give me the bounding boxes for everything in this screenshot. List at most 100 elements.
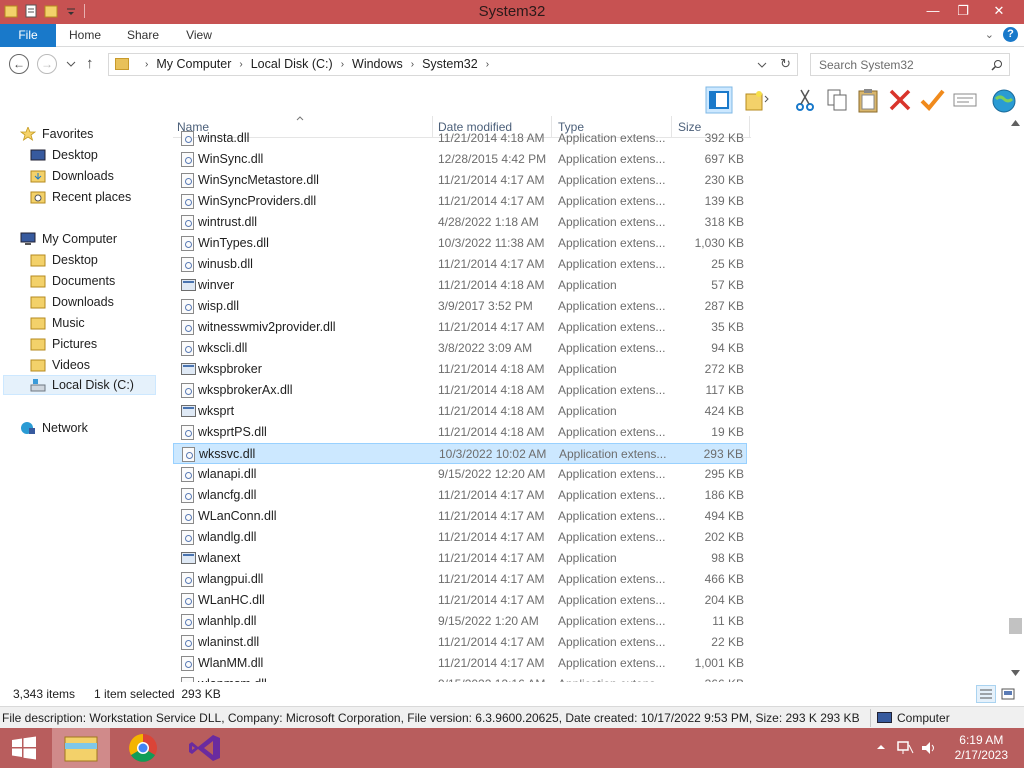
chevron-right-icon[interactable]: › bbox=[486, 59, 489, 70]
close-button[interactable]: ✕ bbox=[982, 0, 1016, 22]
large-icons-view-icon[interactable] bbox=[1000, 686, 1016, 702]
new-folder-icon[interactable] bbox=[743, 86, 771, 114]
file-row[interactable]: wlanext 11/21/2014 4:17 AM Application 98 K… bbox=[173, 548, 747, 569]
search-icon[interactable] bbox=[991, 59, 1003, 71]
file-row[interactable]: winver 11/21/2014 4:18 AM Application 57 KB bbox=[173, 275, 747, 296]
file-date-modified: 11/21/2014 4:17 AM bbox=[438, 488, 545, 502]
file-size: 35 KB bbox=[711, 320, 744, 334]
nav-favorites[interactable]: Favorites bbox=[20, 124, 93, 144]
back-button[interactable]: ← bbox=[9, 54, 29, 74]
file-row[interactable]: WinTypes.dll 10/3/2022 11:38 AM Applicatio… bbox=[173, 233, 747, 254]
paste-icon[interactable] bbox=[854, 86, 882, 114]
file-row[interactable]: wkspbrokerAx.dll 11/21/2014 4:18 AM Applic… bbox=[173, 380, 747, 401]
nav-my-computer[interactable]: My Computer bbox=[20, 229, 117, 249]
tab-home[interactable]: Home bbox=[60, 24, 110, 47]
network-tray-icon[interactable] bbox=[896, 740, 914, 756]
scroll-down-arrow-icon[interactable] bbox=[1011, 670, 1020, 676]
restore-button[interactable]: ❐ bbox=[946, 0, 980, 22]
file-row[interactable]: wkscli.dll 3/8/2022 3:09 AM Application ex… bbox=[173, 338, 747, 359]
file-row[interactable]: wlancfg.dll 11/21/2014 4:17 AM Application… bbox=[173, 485, 747, 506]
minimize-button[interactable]: — bbox=[916, 0, 950, 22]
file-row[interactable]: winusb.dll 11/21/2014 4:17 AM Application … bbox=[173, 254, 747, 275]
tab-share[interactable]: Share bbox=[118, 24, 168, 47]
tab-view[interactable]: View bbox=[174, 24, 224, 47]
file-row[interactable]: WLanHC.dll 11/21/2014 4:17 AM Application … bbox=[173, 590, 747, 611]
refresh-button[interactable]: ↻ bbox=[780, 56, 791, 72]
file-row[interactable]: WlanMM.dll 11/21/2014 4:17 AM Application … bbox=[173, 653, 747, 674]
file-row[interactable]: wintrust.dll 4/28/2022 1:18 AM Application… bbox=[173, 212, 747, 233]
vertical-scrollbar[interactable] bbox=[1007, 116, 1024, 682]
nav-favorites-downloads[interactable]: Downloads bbox=[30, 166, 114, 186]
breadcrumb-system32[interactable]: System32 bbox=[422, 57, 478, 71]
show-hidden-icons-icon[interactable] bbox=[876, 742, 886, 752]
properties-icon[interactable] bbox=[951, 86, 979, 114]
nav-network[interactable]: Network bbox=[20, 418, 88, 438]
file-size: 272 KB bbox=[704, 362, 744, 376]
file-name: wisp.dll bbox=[198, 299, 239, 313]
clock[interactable]: 6:19 AM 2/17/2023 bbox=[955, 733, 1008, 763]
nav-computer-downloads[interactable]: Downloads bbox=[30, 292, 114, 312]
file-row[interactable]: wlanapi.dll 9/15/2022 12:20 AM Application… bbox=[173, 464, 747, 485]
nav-recent-places[interactable]: Recent places bbox=[30, 187, 131, 207]
file-row[interactable]: WLanConn.dll 11/21/2014 4:17 AM Applicatio… bbox=[173, 506, 747, 527]
chevron-right-icon[interactable]: › bbox=[341, 59, 344, 70]
chevron-right-icon[interactable]: › bbox=[239, 59, 242, 70]
file-row[interactable]: wlanmsm.dll9/15/2022 12:16 AMApplication… bbox=[173, 674, 747, 682]
file-row[interactable]: wlanhlp.dll 9/15/2022 1:20 AM Application … bbox=[173, 611, 747, 632]
preview-pane-icon[interactable] bbox=[705, 86, 733, 114]
nav-computer-music[interactable]: Music bbox=[30, 313, 85, 333]
chrome-icon[interactable] bbox=[114, 728, 172, 768]
start-button-windows-icon[interactable] bbox=[0, 728, 48, 768]
file-row[interactable]: wksprtPS.dll 11/21/2014 4:18 AM Applicatio… bbox=[173, 422, 747, 443]
scroll-up-arrow-icon[interactable] bbox=[1011, 120, 1020, 126]
details-view-button[interactable] bbox=[976, 685, 996, 703]
file-row[interactable]: WinSyncProviders.dll 11/21/2014 4:17 AM Ap… bbox=[173, 191, 747, 212]
help-icon[interactable]: ? bbox=[1003, 27, 1018, 42]
file-row[interactable]: wlandlg.dll 11/21/2014 4:17 AM Application… bbox=[173, 527, 747, 548]
file-row[interactable]: witnesswmiv2provider.dll 11/21/2014 4:17 … bbox=[173, 317, 747, 338]
chevron-right-icon[interactable]: › bbox=[411, 59, 414, 70]
file-row[interactable]: wlangpui.dll 11/21/2014 4:17 AM Applicatio… bbox=[173, 569, 747, 590]
nav-favorites-desktop[interactable]: Desktop bbox=[30, 145, 98, 165]
breadcrumb-windows[interactable]: Windows bbox=[352, 57, 403, 71]
copy-icon[interactable] bbox=[823, 86, 851, 114]
address-bar[interactable]: › My Computer › Local Disk (C:) › Window… bbox=[108, 53, 798, 76]
file-row[interactable]: wkssvc.dll 10/3/2022 10:02 AM Application … bbox=[173, 443, 747, 464]
file-row[interactable]: WinSync.dll 12/28/2015 4:42 PM Application… bbox=[173, 149, 747, 170]
address-dropdown-icon[interactable] bbox=[757, 61, 767, 69]
tab-file[interactable]: File bbox=[0, 24, 56, 47]
volume-icon[interactable] bbox=[920, 740, 938, 756]
scrollbar-thumb[interactable] bbox=[1009, 618, 1022, 634]
forward-button[interactable]: → bbox=[37, 54, 57, 74]
file-row[interactable]: wkspbroker 11/21/2014 4:18 AM Application 2… bbox=[173, 359, 747, 380]
file-row[interactable]: wlaninst.dll 11/21/2014 4:17 AM Applicatio… bbox=[173, 632, 747, 653]
recent-locations-icon[interactable] bbox=[66, 60, 76, 68]
search-input[interactable]: Search System32 bbox=[810, 53, 1010, 76]
nav-computer-documents[interactable]: Documents bbox=[30, 271, 115, 291]
nav-computer-videos[interactable]: Videos bbox=[30, 355, 90, 375]
file-row[interactable]: WinSyncMetastore.dll 11/21/2014 4:17 AM Ap… bbox=[173, 170, 747, 191]
file-size: 392 KB bbox=[704, 131, 744, 145]
up-button[interactable]: ↑ bbox=[86, 55, 94, 72]
delete-icon[interactable] bbox=[886, 86, 914, 114]
file-row[interactable]: winsta.dll 11/21/2014 4:18 AM Application … bbox=[173, 128, 747, 149]
rename-check-icon[interactable] bbox=[918, 86, 946, 114]
chevron-right-icon[interactable]: › bbox=[145, 59, 148, 70]
visual-studio-icon[interactable] bbox=[176, 728, 234, 768]
file-explorer-icon[interactable] bbox=[52, 728, 110, 768]
breadcrumb-my-computer[interactable]: My Computer bbox=[156, 57, 231, 71]
nav-local-disk[interactable]: Local Disk (C:) bbox=[3, 375, 156, 395]
file-row[interactable]: wisp.dll 3/9/2017 3:52 PM Application exte… bbox=[173, 296, 747, 317]
expand-ribbon-icon[interactable]: ⌄ bbox=[985, 28, 994, 41]
nav-computer-pictures[interactable]: Pictures bbox=[30, 334, 97, 354]
file-date-modified: 11/21/2014 4:18 AM bbox=[438, 383, 545, 397]
file-date-modified: 11/21/2014 4:17 AM bbox=[438, 194, 545, 208]
column-divider[interactable] bbox=[749, 116, 750, 138]
file-size: 494 KB bbox=[704, 509, 744, 523]
breadcrumb-local-disk[interactable]: Local Disk (C:) bbox=[251, 57, 333, 71]
file-date-modified: 11/21/2014 4:18 AM bbox=[438, 404, 545, 418]
globe-icon[interactable] bbox=[990, 86, 1018, 114]
nav-computer-desktop[interactable]: Desktop bbox=[30, 250, 98, 270]
cut-icon[interactable] bbox=[791, 86, 819, 114]
file-row[interactable]: wksprt 11/21/2014 4:18 AM Application 424 K… bbox=[173, 401, 747, 422]
